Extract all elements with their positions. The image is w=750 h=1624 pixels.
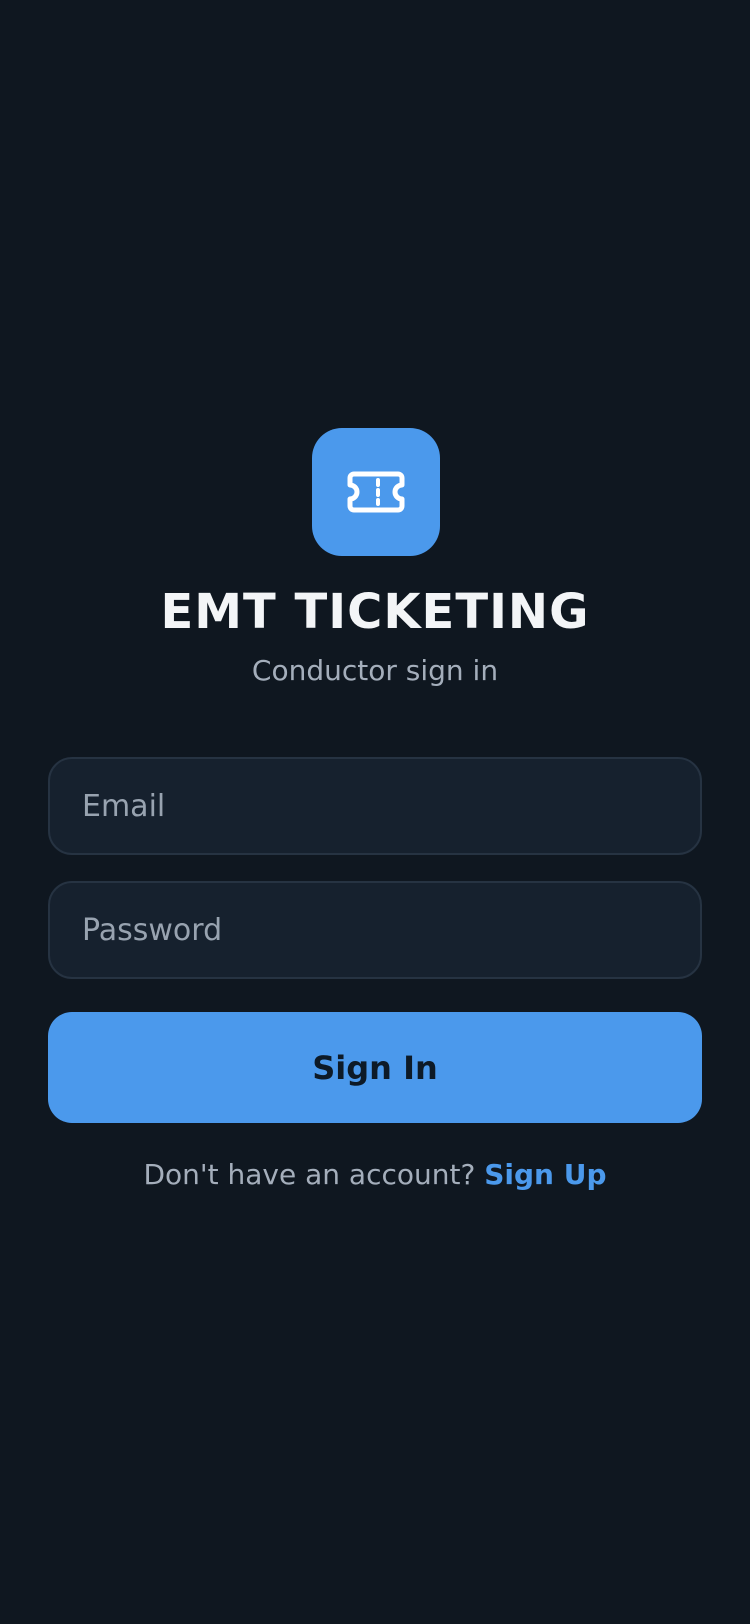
app-logo xyxy=(312,428,440,556)
email-input[interactable] xyxy=(48,757,702,855)
app-subtitle: Conductor sign in xyxy=(251,654,499,687)
signup-prompt: Don't have an account? Sign Up xyxy=(0,1157,750,1193)
ticket-icon xyxy=(347,471,405,513)
signup-prompt-text: Don't have an account? xyxy=(143,1158,485,1191)
sign-in-button[interactable]: Sign In xyxy=(48,1012,702,1123)
app-title: EMT TICKETING xyxy=(160,584,590,640)
password-input[interactable] xyxy=(48,881,702,979)
sign-up-link[interactable]: Sign Up xyxy=(484,1158,606,1191)
